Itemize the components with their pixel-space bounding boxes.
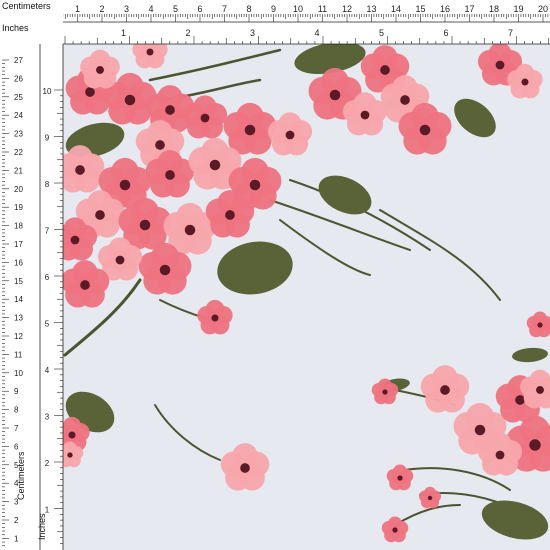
cm-tick-label: 15	[415, 4, 425, 14]
cm-tick-label: 17	[464, 4, 474, 14]
side-cm-tick-label: 23	[14, 130, 23, 139]
side-ruler-inches-label: Inches	[37, 513, 47, 540]
inch-tick-label: 7	[508, 28, 513, 38]
side-inch-tick-label: 5	[45, 320, 50, 329]
ruler-inches-label: Inches	[2, 23, 29, 33]
side-cm-tick-label: 25	[14, 93, 23, 102]
inch-tick-label: 6	[443, 28, 448, 38]
side-inch-tick-label: 10	[43, 87, 52, 96]
inch-tick-label: 3	[250, 28, 255, 38]
side-cm-tick-label: 18	[14, 222, 23, 231]
side-inch-tick-label: 9	[45, 134, 50, 143]
side-inch-tick-label: 6	[45, 273, 50, 282]
cm-tick-label: 2	[99, 4, 104, 14]
cm-tick-label: 6	[197, 4, 202, 14]
cm-tick-label: 4	[148, 4, 153, 14]
cm-tick-label: 11	[318, 4, 327, 14]
floral-fabric-print: 1234567891011121314151617181920211234567…	[0, 0, 550, 550]
cm-tick-label: 7	[222, 4, 227, 14]
cm-tick-label: 1	[75, 4, 80, 14]
cm-tick-label: 16	[440, 4, 450, 14]
cm-tick-label: 13	[366, 4, 376, 14]
side-inch-tick-label: 7	[45, 227, 50, 236]
side-cm-tick-label: 2	[14, 516, 19, 525]
side-inch-tick-label: 2	[45, 459, 50, 468]
cm-tick-label: 10	[293, 4, 303, 14]
side-cm-tick-label: 20	[14, 185, 23, 194]
cm-tick-label: 12	[342, 4, 352, 14]
side-cm-tick-label: 9	[14, 387, 19, 396]
side-cm-tick-label: 10	[14, 369, 23, 378]
cm-tick-label: 19	[513, 4, 523, 14]
side-ruler-centimeters-label: Centimeters	[16, 451, 26, 500]
cm-tick-label: 9	[271, 4, 276, 14]
side-ruler: 2726252423222120191817161514131211109876…	[0, 0, 64, 550]
fabric-swatch-view: 1234567891011121314151617181920211234567…	[0, 0, 550, 550]
side-inch-tick-label: 4	[45, 366, 50, 375]
side-ruler-band	[0, 0, 63, 550]
cm-tick-label: 8	[246, 4, 251, 14]
inch-tick-label: 5	[379, 28, 384, 38]
top-ruler: 1234567891011121314151617181920211234567…	[0, 0, 550, 45]
side-cm-tick-label: 24	[14, 111, 23, 120]
cm-tick-label: 14	[391, 4, 401, 14]
side-inch-tick-label: 8	[45, 180, 50, 189]
side-cm-tick-label: 14	[14, 295, 23, 304]
inch-tick-label: 4	[314, 28, 319, 38]
inch-tick-label: 2	[185, 28, 190, 38]
side-cm-tick-label: 27	[14, 56, 23, 65]
side-cm-tick-label: 11	[14, 350, 23, 359]
side-cm-tick-label: 26	[14, 74, 23, 83]
side-cm-tick-label: 12	[14, 332, 23, 341]
inch-tick-label: 1	[121, 28, 126, 38]
side-cm-tick-label: 16	[14, 258, 23, 267]
cm-tick-label: 18	[489, 4, 499, 14]
side-cm-tick-label: 22	[14, 148, 23, 157]
side-cm-tick-label: 15	[14, 277, 23, 286]
side-inch-tick-label: 3	[45, 413, 50, 422]
side-cm-tick-label: 1	[14, 534, 19, 543]
side-cm-tick-label: 17	[14, 240, 23, 249]
cm-tick-label: 5	[173, 4, 178, 14]
side-cm-tick-label: 13	[14, 314, 23, 323]
side-cm-tick-label: 8	[14, 406, 19, 415]
side-cm-tick-label: 19	[14, 203, 23, 212]
side-cm-tick-label: 7	[14, 424, 19, 433]
cm-tick-label: 20	[538, 4, 548, 14]
cm-tick-label: 3	[124, 4, 129, 14]
side-cm-tick-label: 21	[14, 166, 23, 175]
ruler-centimeters-label: Centimeters	[2, 1, 51, 11]
